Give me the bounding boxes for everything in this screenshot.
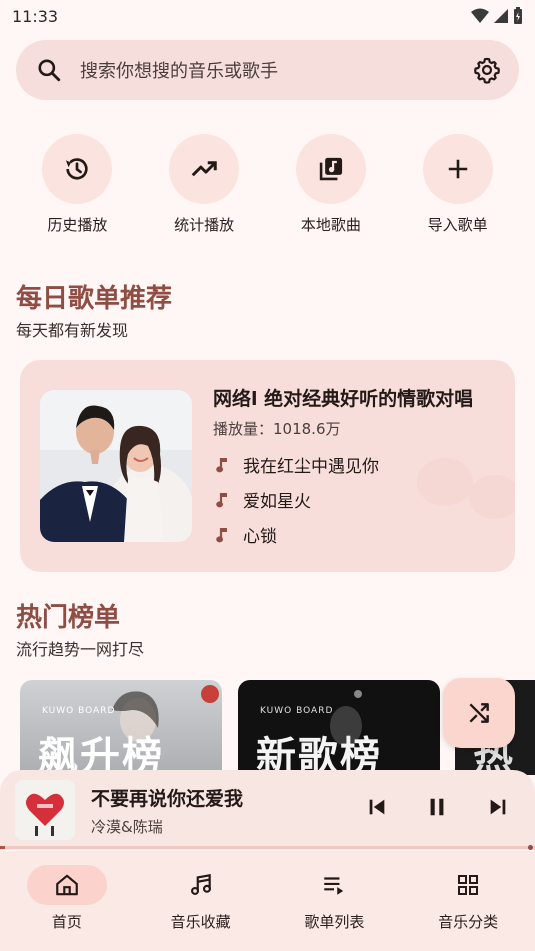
nav-playlists-label: 歌单列表 — [304, 913, 365, 931]
music-note-icon — [216, 526, 230, 544]
status-time: 11:33 — [12, 6, 59, 26]
chart-board-label: KUWO BOARD — [260, 706, 334, 716]
history-icon — [66, 158, 89, 180]
nav-favorites-label: 音乐收藏 — [170, 913, 231, 931]
quick-local-circle[interactable] — [295, 134, 366, 204]
nav-categories-pill[interactable] — [428, 865, 508, 905]
shuffle-icon — [469, 703, 489, 723]
status-icons — [471, 7, 523, 25]
nav-favorites[interactable]: 音乐收藏 — [141, 851, 261, 951]
nav-playlists-pill[interactable] — [294, 865, 374, 905]
progress-end-dot — [528, 845, 533, 850]
skip-previous-icon — [369, 799, 385, 815]
plus-icon — [448, 159, 467, 179]
next-button[interactable] — [487, 796, 509, 818]
daily-section-title: 每日歌单推荐 — [16, 284, 173, 314]
playlist-cover-image — [40, 390, 192, 542]
quick-local-button[interactable]: 本地歌曲 — [276, 134, 386, 235]
bottom-navigation: 首页 音乐收藏 歌单列表 音乐分类 — [0, 851, 535, 951]
playlist-song-1[interactable]: 我在红尘中遇见你 — [216, 452, 379, 477]
song-title: 心锁 — [243, 527, 277, 547]
song-title: 爱如星火 — [243, 492, 311, 512]
music-library-icon — [319, 157, 342, 181]
now-playing-artist: 冷漠&陈瑞 — [91, 818, 163, 836]
nav-home-pill[interactable] — [26, 865, 107, 905]
pause-button[interactable] — [426, 796, 448, 818]
quick-stats-label: 统计播放 — [174, 216, 235, 234]
settings-gear-icon[interactable] — [473, 56, 501, 84]
quick-history-label: 历史播放 — [47, 216, 108, 234]
playlist-song-3[interactable]: 心锁 — [216, 522, 277, 547]
now-playing-cover — [15, 780, 75, 840]
playlist-play-count: 播放量：1018.6万 — [213, 420, 341, 438]
battery-icon — [514, 7, 522, 24]
music-note-icon — [216, 456, 230, 474]
status-bar: 11:33 — [0, 0, 535, 32]
skip-next-icon — [490, 799, 506, 815]
quick-stats-button[interactable]: 统计播放 — [149, 134, 259, 235]
daily-playlist-card[interactable]: 网络l 绝对经典好听的情歌对唱 播放量：1018.6万 我在红尘中遇见你 爱如星… — [20, 360, 515, 572]
chart-name: 飙升榜 — [38, 734, 164, 775]
hot-chart-card-2[interactable]: KUWO BOARD 新歌榜 — [238, 680, 440, 775]
nav-categories[interactable]: 音乐分类 — [408, 851, 528, 951]
music-note-icon — [216, 491, 230, 509]
home-icon — [56, 874, 78, 896]
quick-local-label: 本地歌曲 — [300, 216, 361, 234]
quick-import-circle[interactable] — [422, 134, 493, 204]
wifi-icon — [471, 8, 489, 23]
pause-icon — [430, 798, 444, 816]
nav-home-label: 首页 — [51, 913, 82, 931]
nav-playlists[interactable]: 歌单列表 — [274, 851, 394, 951]
nav-favorites-pill[interactable] — [161, 865, 241, 905]
music-notes-icon — [190, 873, 211, 895]
quick-actions: 历史播放 统计播放 本地歌曲 导入歌单 — [0, 134, 535, 235]
playlist-title: 网络l 绝对经典好听的情歌对唱 — [213, 388, 474, 410]
progress-fill — [0, 846, 6, 849]
playback-progress-bar[interactable] — [0, 845, 535, 850]
playlist-icon — [324, 877, 344, 895]
mini-player[interactable]: 不要再说你还爱我 冷漠&陈瑞 — [0, 770, 535, 850]
playlist-song-2[interactable]: 爱如星火 — [216, 487, 311, 512]
search-icon — [38, 59, 61, 82]
nav-categories-label: 音乐分类 — [438, 913, 499, 931]
song-title: 我在红尘中遇见你 — [243, 457, 379, 477]
hot-section-subtitle: 流行趋势一网打尽 — [16, 640, 145, 659]
grid-icon — [458, 875, 479, 895]
quick-stats-circle[interactable] — [169, 134, 240, 204]
quick-history-button[interactable]: 历史播放 — [22, 134, 132, 235]
chart-board-label: KUWO BOARD — [42, 706, 116, 716]
now-playing-title: 不要再说你还爱我 — [91, 788, 244, 810]
chart-name: 新歌榜 — [256, 734, 382, 775]
shuffle-button[interactable] — [443, 678, 515, 748]
search-bar[interactable]: 搜索你想搜的音乐或歌手 — [16, 40, 519, 100]
quick-import-button[interactable]: 导入歌单 — [403, 134, 513, 235]
card-decoration — [417, 458, 515, 519]
hot-section-title: 热门榜单 — [16, 603, 121, 633]
quick-history-circle[interactable] — [42, 134, 113, 204]
search-input[interactable]: 搜索你想搜的音乐或歌手 — [80, 57, 473, 83]
quick-import-label: 导入歌单 — [427, 216, 488, 234]
daily-section-subtitle: 每天都有新发现 — [16, 321, 129, 340]
hot-chart-card-1[interactable]: KUWO BOARD 飙升榜 — [20, 680, 222, 775]
previous-button[interactable] — [366, 796, 388, 818]
trending-up-icon — [191, 161, 217, 177]
signal-icon — [494, 9, 508, 23]
nav-home[interactable]: 首页 — [7, 851, 127, 951]
